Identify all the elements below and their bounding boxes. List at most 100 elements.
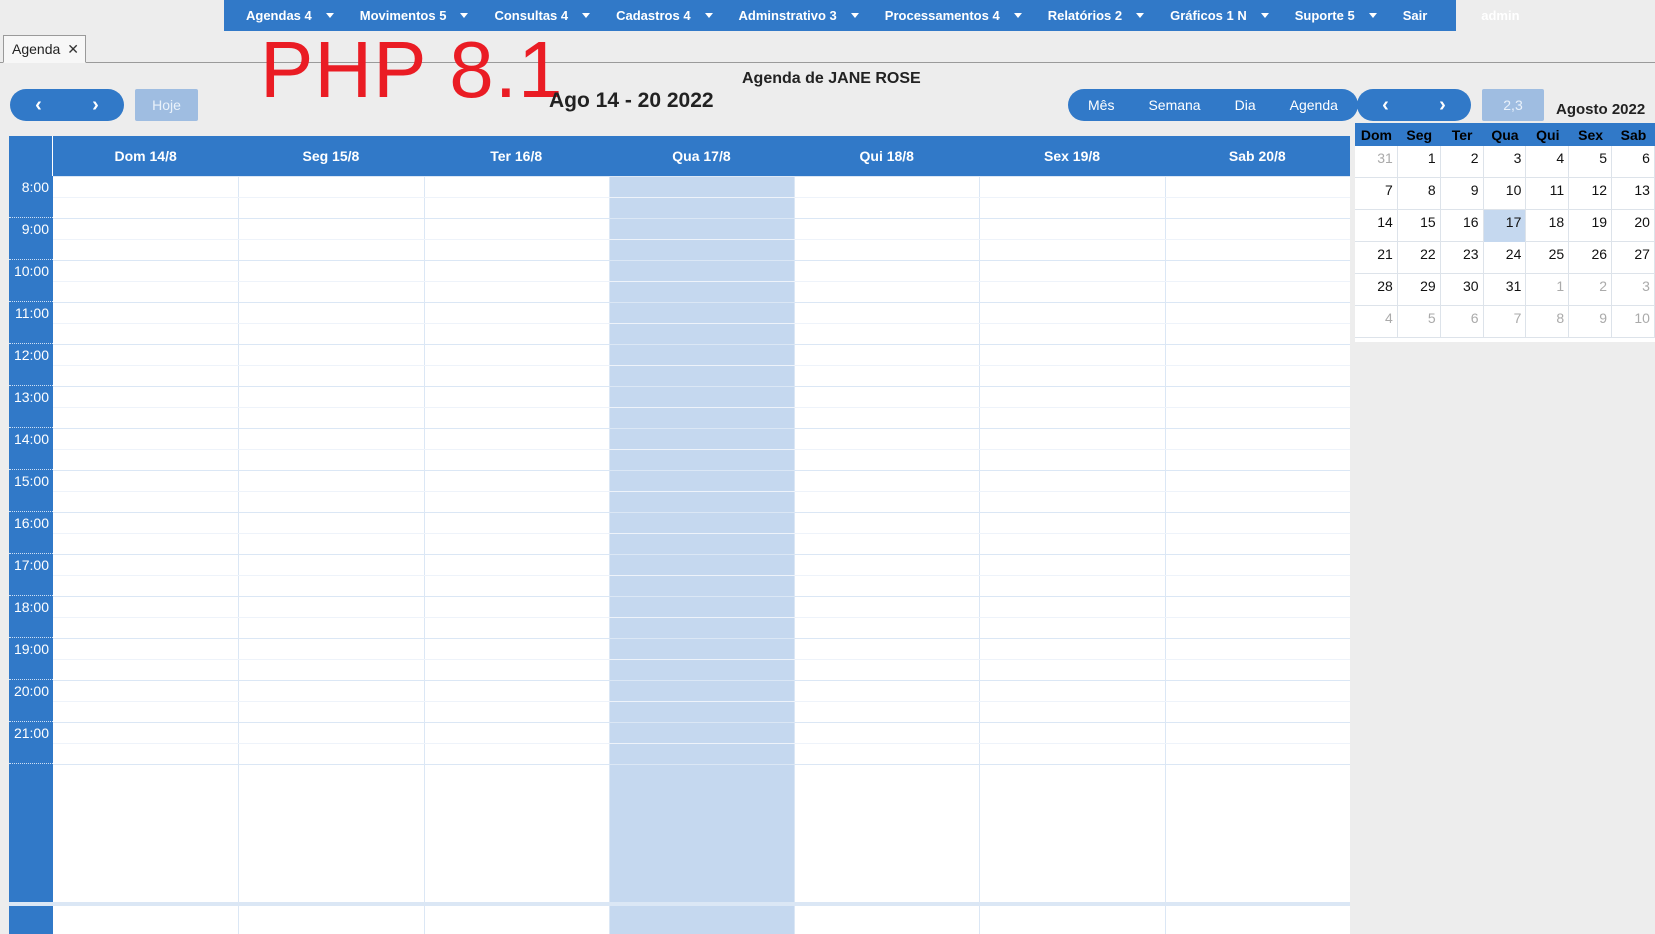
tab-agenda[interactable]: Agenda ✕ xyxy=(3,35,87,63)
menu-item-10[interactable]: admin xyxy=(1481,8,1519,23)
mini-week-row: 7 8 9 10 11 12 13 xyxy=(1355,178,1655,210)
mini-day-cell[interactable]: 5 xyxy=(1398,306,1441,338)
menu-item-6[interactable]: Relatórios 2 xyxy=(1048,8,1145,23)
mini-today-button[interactable]: 2,3 xyxy=(1482,89,1544,121)
menu-item-9[interactable]: Sair xyxy=(1403,8,1428,23)
mini-day-cell[interactable]: 4 xyxy=(1355,306,1398,338)
day-divider xyxy=(1164,176,1166,934)
hour-line xyxy=(53,764,1350,765)
mini-day-cell[interactable]: 4 xyxy=(1526,146,1570,178)
menu-item-5[interactable]: Processamentos 4 xyxy=(885,8,1022,23)
view-switcher: Mês Semana Dia Agenda xyxy=(1068,89,1358,121)
mini-day-cell[interactable]: 12 xyxy=(1569,178,1613,210)
mini-day-cell[interactable]: 2 xyxy=(1569,274,1613,306)
day-header-1[interactable]: Seg 15/8 xyxy=(238,136,423,176)
mini-day-cell[interactable]: 11 xyxy=(1526,178,1570,210)
mini-day-cell[interactable]: 25 xyxy=(1526,242,1570,274)
mini-day-cell[interactable]: 15 xyxy=(1398,210,1441,242)
mini-day-cell[interactable]: 26 xyxy=(1569,242,1613,274)
mini-day-cell[interactable]: 1 xyxy=(1526,274,1570,306)
mini-day-cell[interactable]: 8 xyxy=(1398,178,1441,210)
today-button[interactable]: Hoje xyxy=(135,89,198,121)
mini-day-cell[interactable]: 21 xyxy=(1355,242,1398,274)
chevron-right-icon[interactable]: › xyxy=(1414,89,1471,121)
mini-day-cell[interactable]: 9 xyxy=(1441,178,1484,210)
mini-day-cell[interactable]: 10 xyxy=(1612,306,1655,338)
chevron-left-icon[interactable]: ‹ xyxy=(1357,89,1414,121)
mini-day-cell[interactable]: 16 xyxy=(1441,210,1484,242)
menu-item-label: Suporte 5 xyxy=(1294,8,1355,23)
mini-day-cell[interactable]: 31 xyxy=(1355,146,1398,178)
hour-label: 11:00 xyxy=(9,302,53,344)
day-header-2[interactable]: Ter 16/8 xyxy=(424,136,609,176)
mini-week-row: 4 5 6 7 8 9 10 xyxy=(1355,306,1655,338)
mini-day-cell[interactable]: 27 xyxy=(1612,242,1655,274)
view-button-0[interactable]: Mês xyxy=(1071,97,1131,113)
menu-item-2[interactable]: Consultas 4 xyxy=(494,8,591,23)
mini-day-cell[interactable]: 2 xyxy=(1441,146,1484,178)
mini-day-cell[interactable]: 5 xyxy=(1569,146,1613,178)
today-column[interactable] xyxy=(608,176,795,934)
mini-day-cell[interactable]: 24 xyxy=(1484,242,1527,274)
chevron-left-icon[interactable]: ‹ xyxy=(10,89,67,121)
menu-item-3[interactable]: Cadastros 4 xyxy=(616,8,713,23)
mini-day-cell[interactable]: 28 xyxy=(1355,274,1398,306)
all-day-separator xyxy=(9,902,1350,906)
mini-day-cell[interactable]: 13 xyxy=(1612,178,1655,210)
week-calendar: Dom 14/8 Seg 15/8 Ter 16/8 Qua 17/8 Qui 18/8… xyxy=(9,136,1350,934)
menu-item-8[interactable]: Suporte 5 xyxy=(1295,8,1377,23)
mini-day-cell[interactable]: 6 xyxy=(1612,146,1655,178)
mini-weekday: Sex xyxy=(1578,126,1604,143)
mini-day-cell[interactable]: 8 xyxy=(1526,306,1570,338)
mini-day-cell[interactable]: 3 xyxy=(1484,146,1527,178)
day-header-5[interactable]: Sex 19/8 xyxy=(979,136,1164,176)
mini-day-cell[interactable]: 30 xyxy=(1441,274,1484,306)
day-header-3[interactable]: Qua 17/8 xyxy=(609,136,794,176)
half-hour-line xyxy=(53,407,1350,408)
day-header-6[interactable]: Sab 20/8 xyxy=(1165,136,1350,176)
mini-day-cell[interactable]: 20 xyxy=(1612,210,1655,242)
hour-line xyxy=(53,176,1350,177)
hour-line xyxy=(53,722,1350,723)
mini-day-cell[interactable]: 17 xyxy=(1483,210,1527,242)
hour-label: 10:00 xyxy=(9,260,53,302)
mini-weekday: Dom xyxy=(1360,126,1392,143)
close-icon[interactable]: ✕ xyxy=(67,41,79,58)
menu-item-4[interactable]: Adminstrativo 3 xyxy=(739,8,859,23)
half-hour-line xyxy=(53,239,1350,240)
mini-day-cell[interactable]: 3 xyxy=(1612,274,1655,306)
mini-day-cell[interactable]: 31 xyxy=(1484,274,1527,306)
mini-day-cell[interactable]: 6 xyxy=(1441,306,1484,338)
view-button-1[interactable]: Semana xyxy=(1131,97,1217,113)
hour-label: 15:00 xyxy=(9,470,53,512)
hour-line xyxy=(53,344,1350,345)
mini-day-cell[interactable]: 22 xyxy=(1398,242,1441,274)
mini-day-cell[interactable]: 10 xyxy=(1484,178,1527,210)
mini-day-cell[interactable]: 7 xyxy=(1355,178,1398,210)
mini-day-cell[interactable]: 14 xyxy=(1355,210,1398,242)
menu-item-0[interactable]: Agendas 4 xyxy=(246,8,334,23)
chevron-right-icon[interactable]: › xyxy=(67,89,124,121)
caret-down-icon xyxy=(1368,13,1377,18)
hour-label: 8:00 xyxy=(9,176,53,218)
view-button-3[interactable]: Agenda xyxy=(1273,97,1355,113)
hour-label-text: 14:00 xyxy=(13,431,49,447)
menu-item-1[interactable]: Movimentos 5 xyxy=(360,8,469,23)
mini-day-cell[interactable]: 1 xyxy=(1398,146,1441,178)
mini-day-cell[interactable]: 18 xyxy=(1526,210,1570,242)
mini-day-cell[interactable]: 19 xyxy=(1569,210,1613,242)
view-button-2[interactable]: Dia xyxy=(1218,97,1273,113)
menu-item-7[interactable]: Gráficos 1 N xyxy=(1170,8,1269,23)
hour-label: 18:00 xyxy=(9,596,53,638)
day-header-0[interactable]: Dom 14/8 xyxy=(53,136,238,176)
mini-day-cell[interactable]: 7 xyxy=(1484,306,1527,338)
hour-label: 17:00 xyxy=(9,554,53,596)
mini-weekday: Qua xyxy=(1491,126,1519,143)
day-header-4[interactable]: Qui 18/8 xyxy=(794,136,979,176)
tab-strip: Agenda ✕ xyxy=(0,34,1655,63)
mini-day-cell[interactable]: 23 xyxy=(1441,242,1484,274)
day-divider xyxy=(238,176,240,934)
mini-nav-group: ‹ › xyxy=(1357,89,1471,121)
mini-day-cell[interactable]: 9 xyxy=(1569,306,1613,338)
mini-day-cell[interactable]: 29 xyxy=(1398,274,1441,306)
